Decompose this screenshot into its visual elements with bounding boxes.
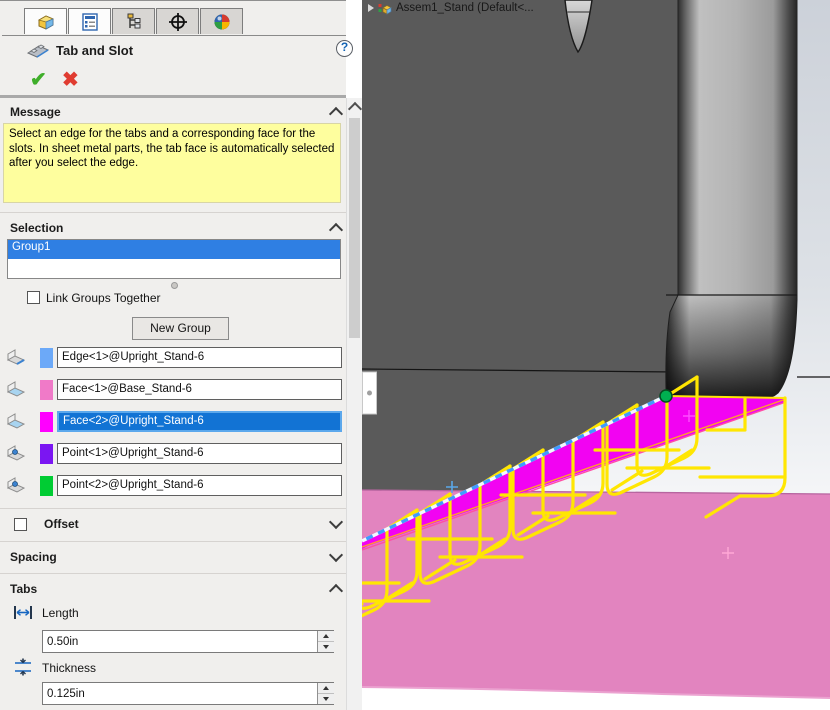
selection-color-swatch [40, 476, 53, 496]
expand-spacing-icon[interactable] [329, 548, 343, 562]
collapse-selection-icon[interactable] [329, 223, 343, 237]
vertex-icon [6, 477, 26, 494]
tab-featuremanager[interactable] [24, 8, 67, 34]
page-title: Tab and Slot [56, 43, 133, 58]
expand-offset-icon[interactable] [329, 515, 343, 529]
tab-dimxpertmanager[interactable] [156, 8, 199, 34]
tab-and-slot-icon [26, 40, 50, 60]
message-text: Select an edge for the tabs and a corres… [3, 123, 341, 203]
tab-configurationmanager[interactable] [112, 8, 155, 34]
tab-propertymanager[interactable] [68, 8, 111, 34]
collapse-message-icon[interactable] [329, 107, 343, 121]
ok-cancel-row: ✔ ✖ [0, 65, 346, 93]
cancel-button[interactable]: ✖ [62, 67, 79, 92]
panel-title-row: Tab and Slot ? [0, 37, 346, 67]
selection-item-field[interactable]: Edge<1>@Upright_Stand-6 [57, 347, 342, 368]
length-label: Length [42, 606, 79, 620]
tab-displaymanager[interactable] [200, 8, 243, 34]
selection-header[interactable]: Selection [10, 221, 63, 235]
property-manager-panel: Tab and Slot ? ✔ ✖ Message Select an edg… [0, 0, 346, 710]
offset-checkbox[interactable] [14, 518, 27, 531]
listbox-resize-grip[interactable] [171, 282, 178, 289]
collapse-tabs-icon[interactable] [329, 584, 343, 598]
expand-arrow-icon[interactable] [368, 4, 374, 12]
panel-separator [0, 95, 346, 98]
manager-tab-bar [2, 7, 346, 36]
ok-button[interactable]: ✔ [30, 67, 47, 92]
spin-down-button[interactable] [318, 694, 334, 704]
group-list-item[interactable]: Group1 [8, 240, 340, 259]
selection-color-swatch [40, 380, 53, 400]
selection-row-face2-selected: Face<2>@Upright_Stand-6 [0, 411, 346, 433]
section-divider [0, 508, 346, 509]
upright-edge-face[interactable] [678, 0, 797, 296]
thickness-icon [14, 658, 32, 676]
face-icon [6, 381, 26, 398]
dimxpertmanager-icon [167, 12, 189, 32]
length-spinner[interactable] [317, 631, 334, 652]
scroll-up-arrow-icon[interactable] [348, 102, 362, 116]
link-groups-label: Link Groups Together [46, 291, 161, 305]
selection-item-field[interactable]: Point<2>@Upright_Stand-6 [57, 475, 342, 496]
scrollbar-thumb[interactable] [349, 118, 360, 338]
spin-down-button[interactable] [318, 642, 334, 652]
tabs-header[interactable]: Tabs [10, 582, 37, 596]
selected-vertex-point[interactable] [660, 390, 672, 402]
panel-scrollbar[interactable] [346, 98, 362, 710]
offset-header[interactable]: Offset [44, 517, 79, 531]
graphics-area[interactable] [362, 0, 830, 710]
selection-color-swatch [40, 412, 53, 432]
link-groups-checkbox[interactable] [27, 291, 40, 304]
assembly-name: Assem1_Stand (Default<... [396, 2, 534, 14]
splitter-grip-dot [367, 391, 372, 396]
section-divider [0, 212, 346, 213]
spin-up-button[interactable] [318, 631, 334, 642]
selection-color-swatch [40, 348, 53, 368]
featuremanager-icon [35, 12, 57, 32]
length-input[interactable] [42, 630, 334, 653]
edge-icon [6, 349, 26, 366]
vertex-icon [6, 445, 26, 462]
selection-color-swatch [40, 444, 53, 464]
spin-up-button[interactable] [318, 683, 334, 694]
thickness-input[interactable] [42, 682, 334, 705]
new-group-button[interactable]: New Group [132, 317, 229, 340]
propertymanager-icon [80, 12, 100, 32]
section-divider [0, 573, 346, 574]
assembly-icon [378, 2, 392, 15]
selection-item-field[interactable]: Face<1>@Base_Stand-6 [57, 379, 342, 400]
selection-row-point2: Point<2>@Upright_Stand-6 [0, 475, 346, 497]
spacing-header[interactable]: Spacing [10, 550, 57, 564]
selection-item-field[interactable]: Face<2>@Upright_Stand-6 [57, 411, 342, 432]
selection-item-field[interactable]: Point<1>@Upright_Stand-6 [57, 443, 342, 464]
thickness-label: Thickness [42, 661, 96, 675]
solidworks-window: Tab and Slot ? ✔ ✖ Message Select an edg… [0, 0, 830, 710]
help-icon[interactable]: ? [336, 40, 353, 57]
length-icon [13, 605, 33, 620]
thickness-spinner[interactable] [317, 683, 334, 704]
displaymanager-icon [212, 12, 232, 32]
configurationmanager-icon [124, 12, 144, 32]
feature-tree-item[interactable]: Assem1_Stand (Default<... [368, 0, 534, 16]
selection-row-edge1: Edge<1>@Upright_Stand-6 [0, 347, 346, 369]
selection-row-point1: Point<1>@Upright_Stand-6 [0, 443, 346, 465]
message-header[interactable]: Message [10, 105, 61, 119]
selection-row-face1: Face<1>@Base_Stand-6 [0, 379, 346, 401]
section-divider [0, 541, 346, 542]
group-listbox[interactable]: Group1 [7, 239, 341, 279]
face-icon [6, 413, 26, 430]
